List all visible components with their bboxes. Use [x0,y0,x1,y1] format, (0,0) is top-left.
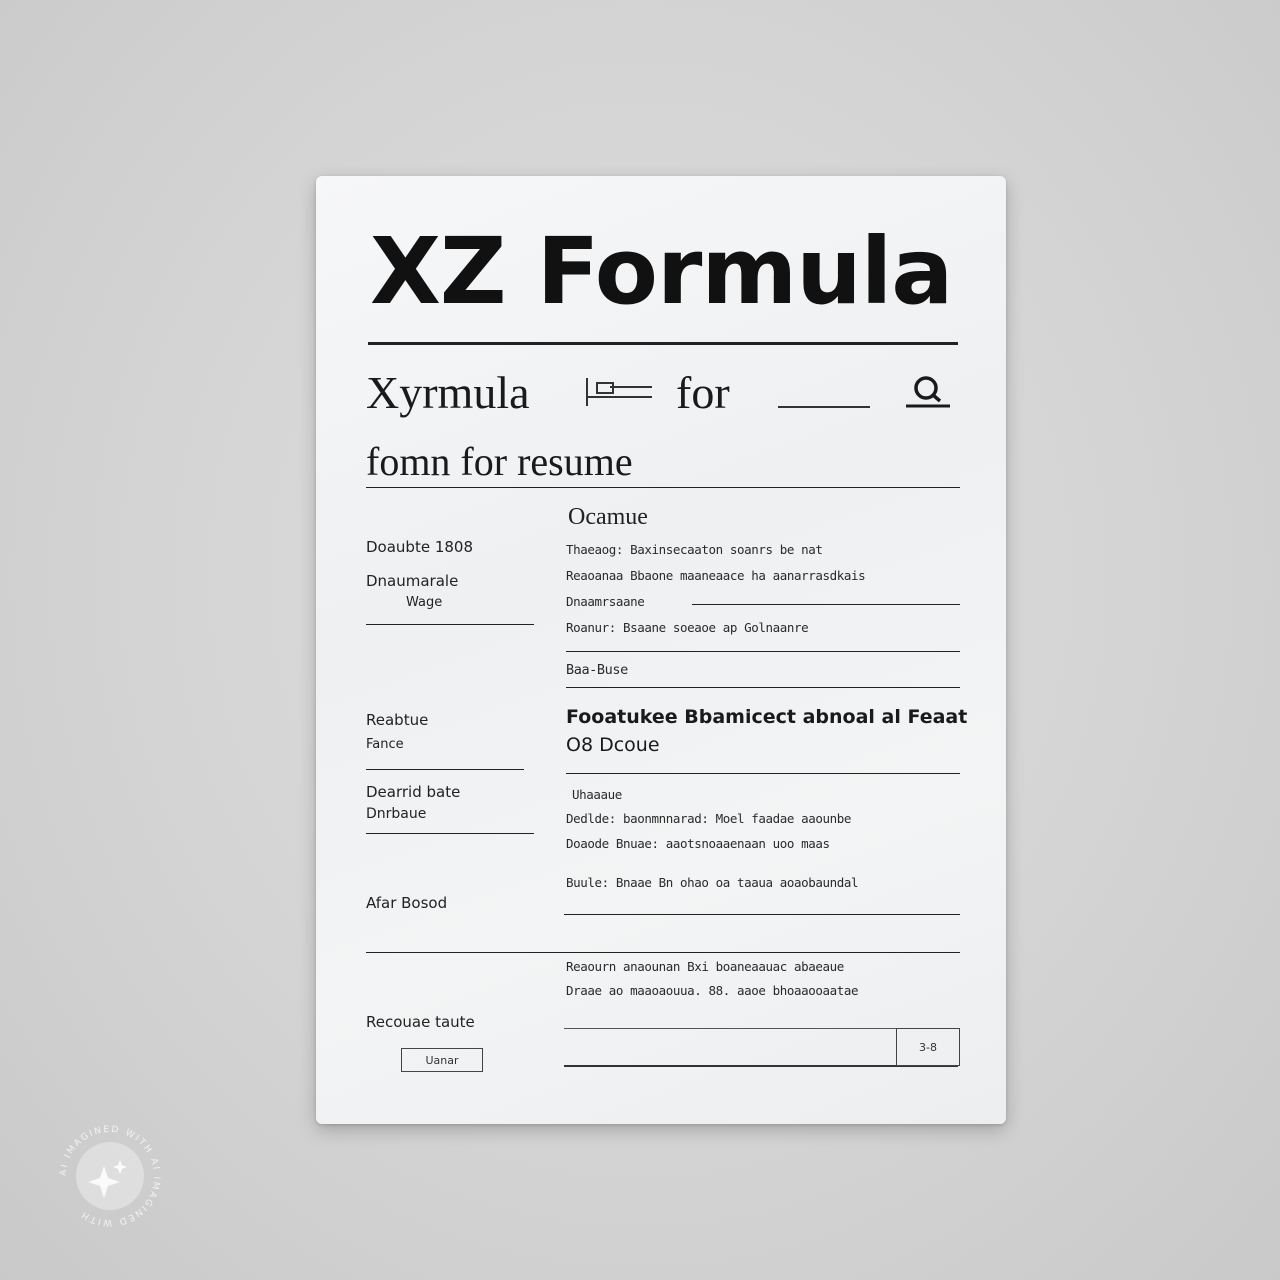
blank-line [778,406,870,408]
left-label-2b: Wage [406,595,443,610]
section-heading: Ocamue [568,504,648,530]
left-small-button[interactable]: Uanar [401,1048,483,1072]
resume-form-sheet: XZ Formula Xyrmula for fomn for resume O… [316,176,1006,1124]
full-divider [366,952,960,953]
right-divider-2 [566,687,960,688]
left-label-5: Afar Bosod [366,894,448,912]
right-line-6: Uhaaaue [572,787,622,802]
subtitle-line2: fomn for resume [366,439,633,484]
left-label-1: Doaubte 1808 [366,538,473,556]
left-divider-2 [366,769,524,770]
right-line-3: Dnaamrsaane [566,594,645,609]
right-fill-line [692,604,960,605]
right-line-1: Thaeaog: Baxinsecaaton soanrs be nat [566,542,823,557]
bottom-input-button[interactable]: 3-8 [896,1028,960,1066]
right-divider-3 [566,773,960,774]
right-line-7: Dedlde: baonmnnarad: Moel faadae aaounbe [566,811,852,826]
search-icon[interactable] [906,372,950,412]
right-line-11: Draae ao maaoaouua. 88. aaoe bhoaaooaata… [566,983,859,998]
right-divider-1 [566,651,960,652]
left-label-4b: Dnrbaue [366,806,427,822]
right-line-10: Reaourn anaounan Bxi boaneaauac abaeaue [566,959,844,974]
document-title: XZ Formula [370,218,953,325]
left-divider-1 [366,624,534,625]
right-line-5: Baa-Buse [566,662,628,678]
title-divider [368,342,958,345]
left-label-6: Recouae taute [366,1013,475,1031]
left-label-3: Reabtue [366,711,429,729]
right-heading-2: Fooatukee Bbamicect abnoal al Feaat [566,706,968,728]
right-heading-2b: O8 Dcoue [566,734,660,756]
left-label-3b: Fance [366,737,404,752]
right-line-4: Roanur: Bsaane soeaoe ap Golnaanre [566,620,809,635]
subtitle-for: for [676,367,730,418]
left-label-2: Dnaumarale [366,572,459,590]
left-label-4: Dearrid bate [366,783,461,801]
subtitle-divider [366,487,960,488]
right-line-9: Buule: Bnaae Bn ohao oa taaua aoaobaunda… [566,875,859,890]
watermark-badge: AI IMAGINED WITH AI IMAGINED WITH [59,1125,159,1227]
form-field-icon [586,378,652,406]
right-divider-4 [564,914,960,915]
subtitle-word: Xyrmula [366,367,530,418]
right-line-2: Reaoanaa Bbaone maaneaace ha aanarrasdka… [566,568,866,583]
left-divider-3 [366,833,534,834]
right-line-8: Doaode Bnuae: aaotsnoaaenaan uoo maas [566,836,830,851]
